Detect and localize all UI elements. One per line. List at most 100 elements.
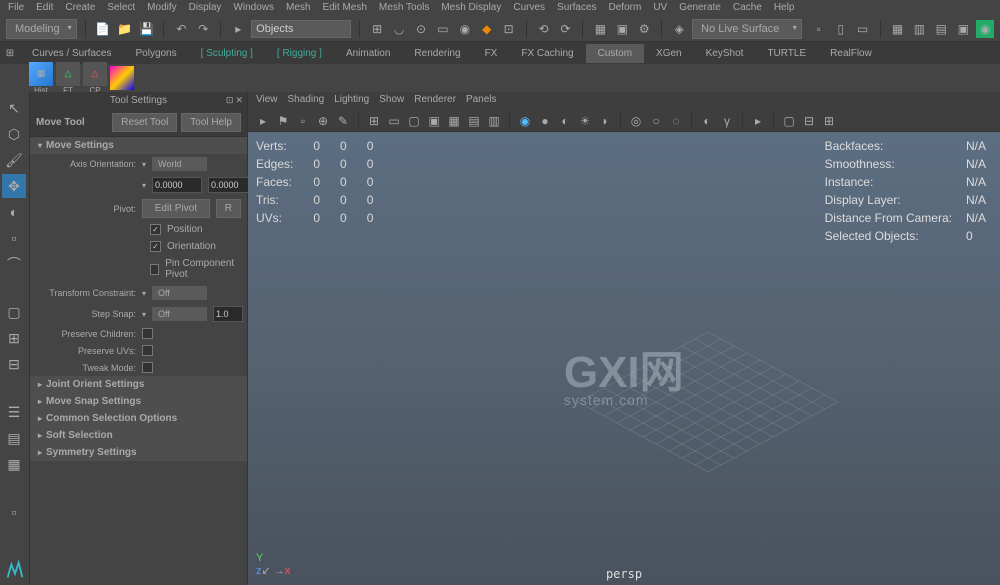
menu-help[interactable]: Help bbox=[774, 2, 795, 14]
toggle-modeling-icon[interactable]: ◉ bbox=[976, 20, 994, 38]
panel-close-icon[interactable]: ✕ bbox=[235, 95, 243, 106]
menu-modify[interactable]: Modify bbox=[147, 2, 176, 14]
vp-safe-action-icon[interactable]: ▤ bbox=[465, 112, 483, 130]
tab-xgen[interactable]: XGen bbox=[644, 44, 694, 63]
tab-rigging[interactable]: Rigging bbox=[265, 44, 334, 63]
scale-tool-icon[interactable]: ▫ bbox=[2, 226, 26, 250]
vp-2d-pan-icon[interactable]: ⊕ bbox=[314, 112, 332, 130]
vp-menu-lighting[interactable]: Lighting bbox=[334, 94, 369, 108]
vp-shaded-icon[interactable]: ● bbox=[536, 112, 554, 130]
toggle-layer-icon[interactable]: ▥ bbox=[910, 20, 928, 38]
shelf-custom-icon[interactable] bbox=[110, 66, 134, 90]
section-move-snap[interactable]: Move Snap Settings bbox=[30, 393, 247, 410]
vp-gate-mask-icon[interactable]: ▣ bbox=[425, 112, 443, 130]
select-tool-icon[interactable]: ↖ bbox=[2, 96, 26, 120]
vp-textured-icon[interactable]: ◐ bbox=[556, 112, 574, 130]
paint-select-tool-icon[interactable]: 🖌 bbox=[2, 148, 26, 172]
edit-pivot-button[interactable]: Edit Pivot bbox=[142, 199, 210, 218]
panel-dock-icon[interactable]: ⊡ bbox=[226, 95, 234, 106]
redo-icon[interactable]: ↷ bbox=[194, 20, 212, 38]
layout-two-icon[interactable]: ⊟ bbox=[2, 352, 26, 376]
tab-fx[interactable]: FX bbox=[473, 44, 510, 63]
menu-editmesh[interactable]: Edit Mesh bbox=[322, 2, 366, 14]
section-soft-selection[interactable]: Soft Selection bbox=[30, 427, 247, 444]
rotate-tool-icon[interactable]: ◐ bbox=[2, 200, 26, 224]
vp-safe-title-icon[interactable]: ▥ bbox=[485, 112, 503, 130]
workspace-dropdown[interactable]: Modeling bbox=[6, 19, 77, 39]
vp-wireframe-icon[interactable]: ◉ bbox=[516, 112, 534, 130]
tab-polygons[interactable]: Polygons bbox=[123, 44, 188, 63]
move-tool-icon[interactable]: ✥ bbox=[2, 174, 26, 198]
ipr-icon[interactable]: ▣ bbox=[613, 20, 631, 38]
settings-icon[interactable]: ▫ bbox=[2, 500, 26, 524]
live-surface-dropdown[interactable]: No Live Surface bbox=[692, 19, 802, 39]
vp-select-camera-icon[interactable]: ▸ bbox=[254, 112, 272, 130]
tool-help-button[interactable]: Tool Help bbox=[181, 113, 241, 132]
vp-isolate-icon[interactable]: ◎ bbox=[627, 112, 645, 130]
tab-keyshot[interactable]: KeyShot bbox=[694, 44, 756, 63]
select-mode-input[interactable] bbox=[251, 20, 351, 38]
vp-image-plane-icon[interactable]: ▫ bbox=[294, 112, 312, 130]
reset-pivot-button[interactable]: R bbox=[216, 199, 241, 218]
menu-meshdisplay[interactable]: Mesh Display bbox=[441, 2, 501, 14]
preserve-uvs-checkbox[interactable] bbox=[142, 345, 153, 356]
pin-component-checkbox[interactable] bbox=[150, 264, 159, 275]
tab-fxcaching[interactable]: FX Caching bbox=[509, 44, 585, 63]
vp-lights-icon[interactable]: ☀ bbox=[576, 112, 594, 130]
vp-resolution-gate-icon[interactable]: ▢ bbox=[405, 112, 423, 130]
vp-exposure-icon[interactable]: ◐ bbox=[698, 112, 716, 130]
tab-turtle[interactable]: TURTLE bbox=[755, 44, 818, 63]
vp-shadows-icon[interactable]: ◗ bbox=[596, 112, 614, 130]
tab-animation[interactable]: Animation bbox=[334, 44, 402, 63]
vp-panel-1-icon[interactable]: ▢ bbox=[780, 112, 798, 130]
snap-point-icon[interactable]: ⊙ bbox=[412, 20, 430, 38]
snap-live-icon[interactable]: ◉ bbox=[456, 20, 474, 38]
shelf-cp-icon[interactable]: △ bbox=[83, 62, 107, 86]
vp-panel-3-icon[interactable]: ⊞ bbox=[820, 112, 838, 130]
tab-custom[interactable]: Custom bbox=[586, 44, 644, 63]
snap-toggle-icon[interactable]: ⊡ bbox=[500, 20, 518, 38]
section-move-settings[interactable]: Move Settings bbox=[30, 137, 247, 154]
menu-select[interactable]: Select bbox=[107, 2, 135, 14]
select-mode-icon[interactable]: ▸ bbox=[229, 20, 247, 38]
menu-curves[interactable]: Curves bbox=[513, 2, 545, 14]
graph-icon[interactable]: ▤ bbox=[2, 426, 26, 450]
history-icon[interactable]: ⟲ bbox=[535, 20, 553, 38]
menu-edit[interactable]: Edit bbox=[36, 2, 53, 14]
shelf-menu-icon[interactable]: ⊞ bbox=[0, 48, 20, 59]
tab-rendering[interactable]: Rendering bbox=[402, 44, 472, 63]
step-snap-value[interactable]: Off bbox=[152, 307, 207, 321]
reset-tool-button[interactable]: Reset Tool bbox=[112, 113, 177, 132]
tweak-mode-checkbox[interactable] bbox=[142, 362, 153, 373]
last-tool-icon[interactable]: ⌒ bbox=[2, 252, 26, 276]
vp-film-gate-icon[interactable]: ▭ bbox=[385, 112, 403, 130]
vp-menu-panels[interactable]: Panels bbox=[466, 94, 497, 108]
toggle-channel-icon[interactable]: ▦ bbox=[889, 20, 907, 38]
menu-surfaces[interactable]: Surfaces bbox=[557, 2, 596, 14]
layout-single-icon[interactable]: ▢ bbox=[2, 300, 26, 324]
hypergraph-icon[interactable]: ▦ bbox=[2, 452, 26, 476]
maya-logo-icon[interactable] bbox=[0, 555, 30, 585]
snap-plane-icon[interactable]: ▭ bbox=[434, 20, 452, 38]
preserve-children-checkbox[interactable] bbox=[142, 328, 153, 339]
toggle-attr-icon[interactable]: ▤ bbox=[932, 20, 950, 38]
vp-menu-view[interactable]: View bbox=[256, 94, 278, 108]
menu-display[interactable]: Display bbox=[189, 2, 222, 14]
outliner-icon[interactable]: ☰ bbox=[2, 400, 26, 424]
vp-bookmark-icon[interactable]: ⚑ bbox=[274, 112, 292, 130]
menu-windows[interactable]: Windows bbox=[233, 2, 274, 14]
snap-curve-icon[interactable]: ◡ bbox=[390, 20, 408, 38]
snap-center-icon[interactable]: ◆ bbox=[478, 20, 496, 38]
menu-generate[interactable]: Generate bbox=[679, 2, 721, 14]
vp-menu-shading[interactable]: Shading bbox=[288, 94, 325, 108]
panel-layout-3-icon[interactable]: ▭ bbox=[854, 20, 872, 38]
shelf-ft-icon[interactable]: △ bbox=[56, 62, 80, 86]
panel-layout-1-icon[interactable]: ▫ bbox=[810, 20, 828, 38]
shelf-hist-icon[interactable]: ▦ bbox=[29, 62, 53, 86]
section-joint-orient[interactable]: Joint Orient Settings bbox=[30, 376, 247, 393]
menu-deform[interactable]: Deform bbox=[609, 2, 642, 14]
tab-curves[interactable]: Curves / Surfaces bbox=[20, 44, 123, 63]
vp-xray-icon[interactable]: ○ bbox=[647, 112, 665, 130]
viewport-3d[interactable]: Verts:000 Edges:000 Faces:000 Tris:000 U… bbox=[248, 132, 1000, 585]
undo-icon[interactable]: ↶ bbox=[172, 20, 190, 38]
